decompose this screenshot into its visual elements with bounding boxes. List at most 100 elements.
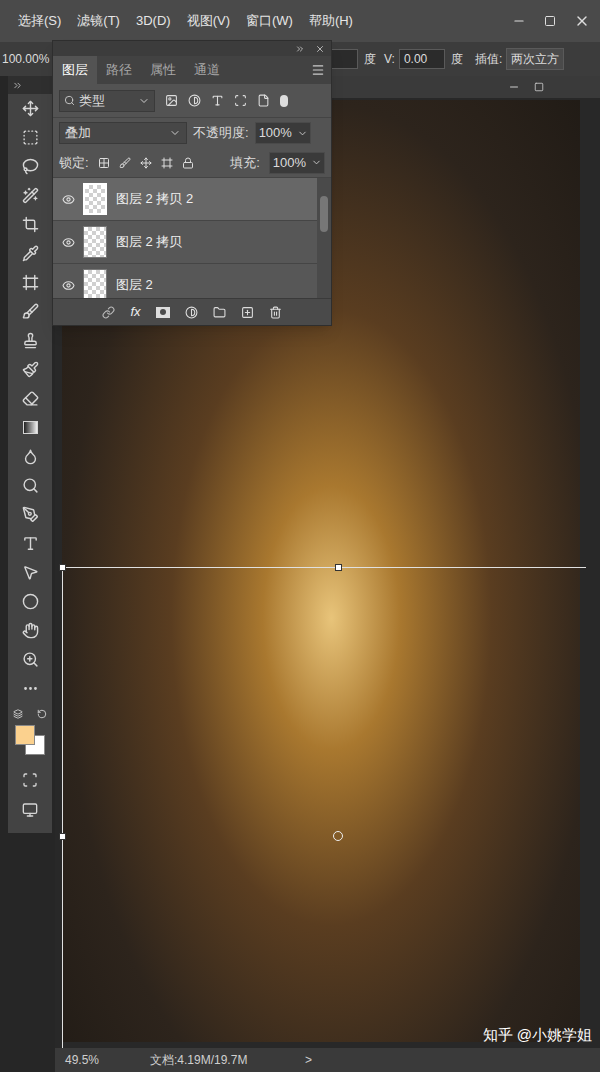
tool-button[interactable] [8, 616, 52, 645]
lasso-tool-icon[interactable] [22, 158, 39, 175]
layer-name[interactable]: 图层 2 拷贝 2 [116, 189, 193, 209]
panel-tab[interactable]: 通道 [185, 56, 229, 84]
delete-layer-icon[interactable] [269, 306, 282, 319]
default-colors-icon[interactable] [13, 709, 23, 719]
blur-tool-icon[interactable] [22, 448, 39, 465]
dropdown-arrow-icon[interactable] [297, 128, 308, 139]
foreground-color-swatch[interactable] [15, 725, 35, 745]
menu-item[interactable]: 视图(V) [187, 11, 230, 31]
tool-button[interactable] [8, 355, 52, 384]
panel-tab[interactable]: 属性 [141, 56, 185, 84]
frame-tool-icon[interactable] [22, 274, 39, 291]
more-tools-icon[interactable] [22, 680, 39, 697]
gradient-tool-icon[interactable] [23, 421, 38, 434]
minimize-icon[interactable] [512, 14, 526, 28]
reference-point[interactable] [333, 831, 343, 841]
tool-button[interactable] [8, 210, 52, 239]
history-brush-tool-icon[interactable] [22, 361, 39, 378]
move-tool-icon[interactable] [22, 100, 39, 117]
filter-dropdown[interactable]: 类型 [59, 90, 155, 112]
tool-button[interactable] [8, 94, 52, 123]
brush-tool-icon[interactable] [22, 303, 39, 320]
crop-tool-icon[interactable] [22, 216, 39, 233]
screen-mode-icon[interactable] [22, 802, 38, 818]
close-icon[interactable] [574, 13, 590, 29]
collapse-icon[interactable] [12, 80, 23, 91]
lock-transparent-icon[interactable] [98, 157, 110, 169]
tool-button[interactable] [8, 645, 52, 674]
type-filter-icon[interactable] [211, 94, 224, 107]
adjustment-layer-icon[interactable] [185, 306, 198, 319]
panel-tab[interactable]: 路径 [97, 56, 141, 84]
transform-bounds[interactable] [62, 567, 586, 568]
tool-button[interactable] [8, 442, 52, 471]
angle-field[interactable] [330, 49, 358, 69]
layer-scrollbar[interactable] [317, 178, 331, 298]
maximize-icon[interactable] [544, 15, 556, 27]
dodge-tool-icon[interactable] [22, 477, 39, 494]
layers-panel[interactable]: 图层路径属性通道类型叠加不透明度:100%锁定:填充:100%图层 2 拷贝 2… [52, 40, 332, 326]
layer-row[interactable]: 图层 2 拷贝 2 [53, 178, 317, 221]
transform-handle[interactable] [59, 564, 66, 571]
adjustment-filter-icon[interactable] [188, 94, 201, 107]
tool-button[interactable] [8, 413, 52, 442]
shape-filter-icon[interactable] [234, 94, 247, 107]
tool-button[interactable] [8, 558, 52, 587]
tool-button[interactable] [8, 587, 52, 616]
smart-object-filter-icon[interactable] [257, 94, 270, 107]
pen-tool-icon[interactable] [22, 506, 39, 523]
fx-button[interactable]: fx [130, 302, 140, 322]
opacity-field[interactable]: 100% [255, 122, 311, 144]
tool-button[interactable] [8, 674, 52, 703]
menu-item[interactable]: 3D(D) [136, 11, 171, 31]
fill-field[interactable]: 100% [269, 152, 325, 174]
add-mask-icon[interactable] [156, 307, 170, 318]
new-layer-icon[interactable] [241, 306, 254, 319]
transform-handle[interactable] [59, 833, 66, 840]
panel-collapse-icon[interactable] [295, 44, 305, 54]
visibility-eye-icon[interactable] [62, 279, 75, 292]
menu-item[interactable]: 滤镜(T) [77, 11, 120, 31]
tool-button[interactable] [8, 239, 52, 268]
new-group-icon[interactable] [213, 306, 226, 319]
lock-all-icon[interactable] [182, 157, 194, 169]
layer-name[interactable]: 图层 2 拷贝 [116, 232, 182, 252]
tool-button[interactable] [8, 268, 52, 297]
panel-tab[interactable]: 图层 [53, 56, 97, 84]
swap-colors-icon[interactable] [37, 709, 47, 719]
tool-button[interactable] [8, 326, 52, 355]
lock-position-icon[interactable] [140, 157, 152, 169]
color-swatches[interactable] [10, 703, 50, 765]
link-layers-icon[interactable] [102, 306, 115, 319]
visibility-eye-icon[interactable] [62, 236, 75, 249]
menu-item[interactable]: 帮助(H) [309, 11, 353, 31]
tool-button[interactable] [8, 181, 52, 210]
zoom-field[interactable]: 100.00% [0, 50, 50, 68]
stamp-tool-icon[interactable] [22, 332, 39, 349]
visibility-eye-icon[interactable] [62, 193, 75, 206]
ellipse-tool-icon[interactable] [22, 593, 39, 610]
dropdown-arrow-icon[interactable] [311, 157, 322, 168]
tool-button[interactable] [8, 152, 52, 181]
lock-artboard-icon[interactable] [161, 157, 173, 169]
zoom-tool-icon[interactable] [22, 651, 39, 668]
v-field[interactable]: 0.00 [399, 49, 445, 69]
quick-mask-icon[interactable] [22, 772, 38, 788]
status-zoom[interactable]: 49.5% [65, 1051, 150, 1069]
interpolation-dropdown[interactable]: 两次立方 [506, 48, 564, 70]
tool-button[interactable] [8, 384, 52, 413]
doc-minimize-icon[interactable] [508, 81, 520, 93]
path-select-tool-icon[interactable] [22, 564, 39, 581]
pixel-filter-icon[interactable] [165, 94, 178, 107]
filter-toggle[interactable] [280, 95, 288, 107]
lock-pixels-icon[interactable] [119, 157, 131, 169]
type-tool-icon[interactable] [22, 535, 39, 552]
blend-mode-dropdown[interactable]: 叠加 [59, 122, 187, 144]
eyedropper-tool-icon[interactable] [22, 245, 39, 262]
menu-item[interactable]: 选择(S) [18, 11, 61, 31]
tool-button[interactable] [8, 471, 52, 500]
transform-handle[interactable] [335, 564, 342, 571]
tool-button[interactable] [8, 500, 52, 529]
panel-menu-icon[interactable] [311, 63, 325, 77]
layer-row[interactable]: 图层 2 拷贝 [53, 221, 317, 264]
